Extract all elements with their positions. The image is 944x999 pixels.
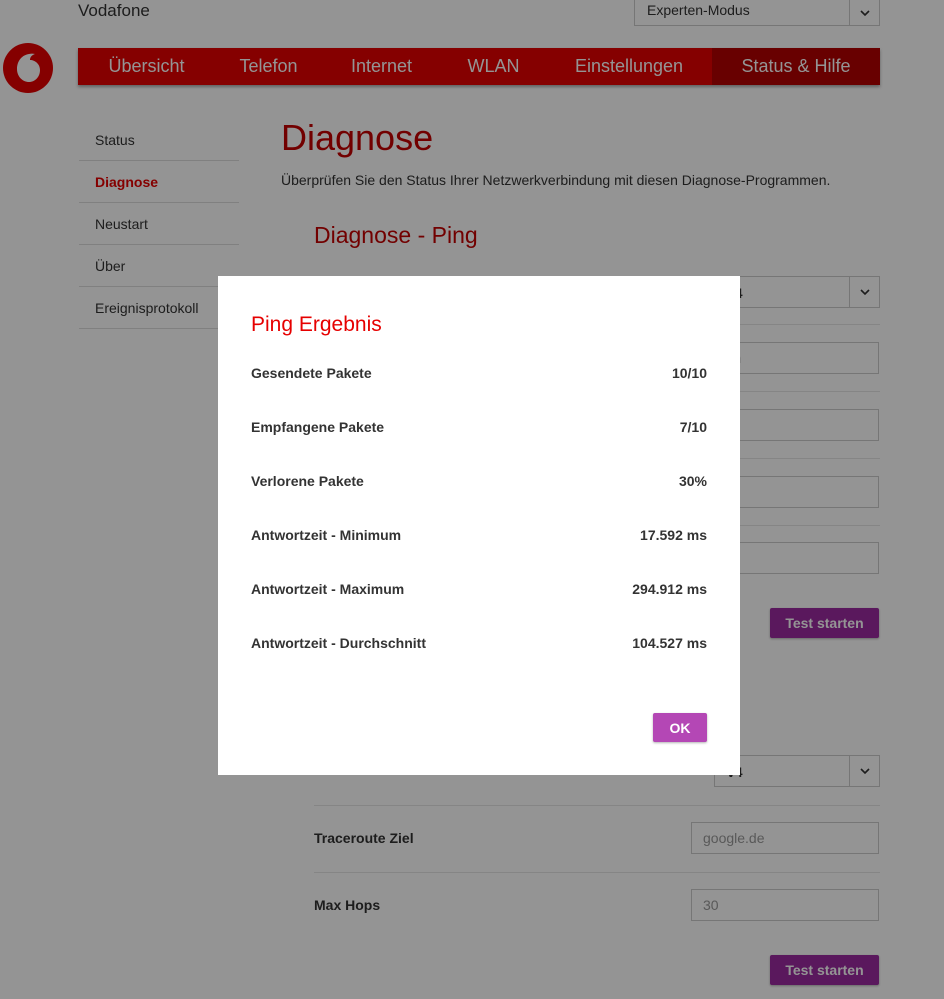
result-value: 7/10 <box>679 419 707 435</box>
result-value: 294.912 ms <box>632 581 707 597</box>
result-label: Gesendete Pakete <box>251 365 372 381</box>
ok-button[interactable]: OK <box>653 713 707 742</box>
dialog-title: Ping Ergebnis <box>251 313 382 336</box>
result-label: Antwortzeit - Minimum <box>251 527 402 543</box>
result-label: Verlorene Pakete <box>251 473 364 489</box>
result-value: 104.527 ms <box>632 635 707 651</box>
result-row-avg: Antwortzeit - Durchschnitt 104.527 ms <box>251 635 707 655</box>
result-row-min: Antwortzeit - Minimum 17.592 ms <box>251 527 707 547</box>
result-row-received: Empfangene Pakete 7/10 <box>251 419 707 439</box>
ping-result-dialog: Ping Ergebnis Gesendete Pakete 10/10 Emp… <box>218 276 740 775</box>
result-value: 30% <box>678 473 707 489</box>
result-label: Antwortzeit - Maximum <box>251 581 405 597</box>
result-label: Empfangene Pakete <box>251 419 385 435</box>
result-row-max: Antwortzeit - Maximum 294.912 ms <box>251 581 707 601</box>
result-value: 17.592 ms <box>640 527 707 543</box>
result-row-lost: Verlorene Pakete 30% <box>251 473 707 493</box>
result-row-sent: Gesendete Pakete 10/10 <box>251 365 707 385</box>
result-value: 10/10 <box>671 365 707 381</box>
result-label: Antwortzeit - Durchschnitt <box>251 635 426 651</box>
